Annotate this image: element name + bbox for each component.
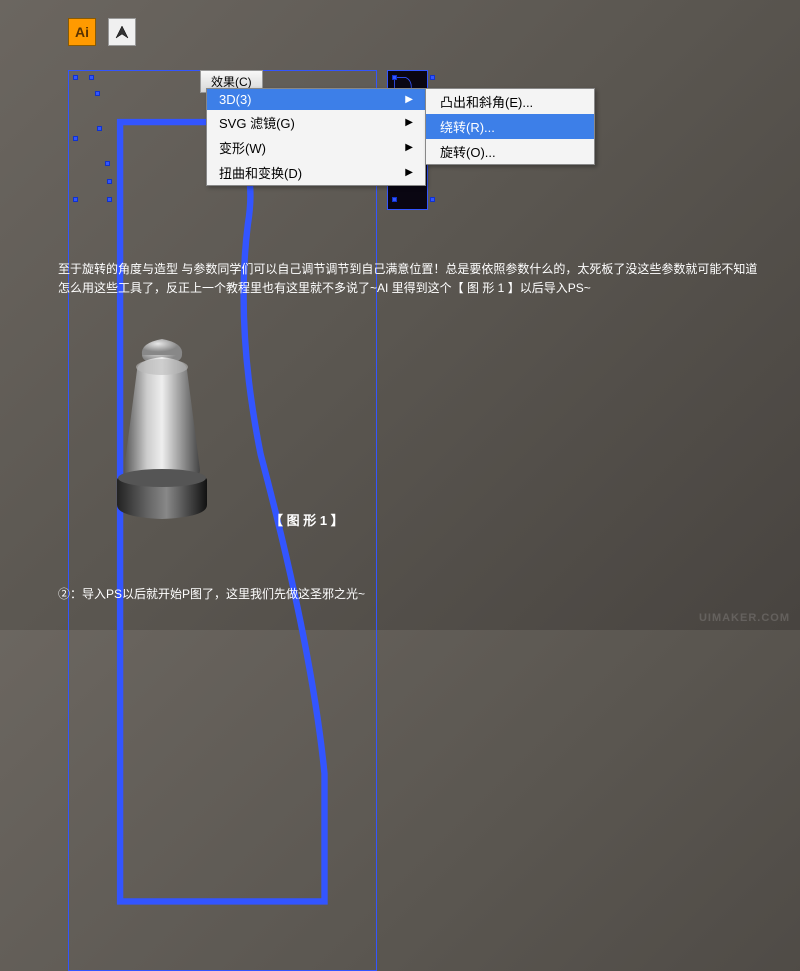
pen-tool-icon xyxy=(108,18,136,46)
submenu-item-rotate[interactable]: 旋转(O)... xyxy=(426,139,594,164)
menu-item-3d[interactable]: 3D(3) ▶ xyxy=(207,89,425,110)
illustrator-icon: Ai xyxy=(68,18,96,46)
figure-1-label: 【 图 形 1 】 xyxy=(270,510,344,529)
submenu-arrow-icon: ▶ xyxy=(405,94,413,105)
submenu-item-extrude[interactable]: 凸出和斜角(E)... xyxy=(426,89,594,114)
menu-item-svg-filter[interactable]: SVG 滤镜(G) ▶ xyxy=(207,110,425,135)
menu-item-distort[interactable]: 扭曲和变换(D) ▶ xyxy=(207,160,425,185)
menu-item-label: 3D(3) xyxy=(219,92,252,107)
tutorial-paragraph-1: 至于旋转的角度与造型 与参数同学们可以自己调节调节到自己满意位置！总是要依照参数… xyxy=(58,260,758,298)
effects-dropdown: 3D(3) ▶ SVG 滤镜(G) ▶ 变形(W) ▶ 扭曲和变换(D) ▶ xyxy=(206,88,426,186)
3d-submenu: 凸出和斜角(E)... 绕转(R)... 旋转(O)... xyxy=(425,88,595,165)
submenu-item-revolve[interactable]: 绕转(R)... xyxy=(426,114,594,139)
watermark: UIMAKER.COM xyxy=(699,612,790,624)
tutorial-step-2: ②：导入PS以后就开始P图了，这里我们先做这圣邪之光~ xyxy=(58,585,365,602)
submenu-arrow-icon: ▶ xyxy=(405,117,413,128)
submenu-arrow-icon: ▶ xyxy=(405,167,413,178)
menu-item-warp[interactable]: 变形(W) ▶ xyxy=(207,135,425,160)
menu-item-label: 扭曲和变换(D) xyxy=(219,163,302,182)
menu-item-label: SVG 滤镜(G) xyxy=(219,113,295,132)
3d-rendered-figure xyxy=(82,325,242,530)
menu-item-label: 变形(W) xyxy=(219,138,266,157)
submenu-arrow-icon: ▶ xyxy=(405,142,413,153)
